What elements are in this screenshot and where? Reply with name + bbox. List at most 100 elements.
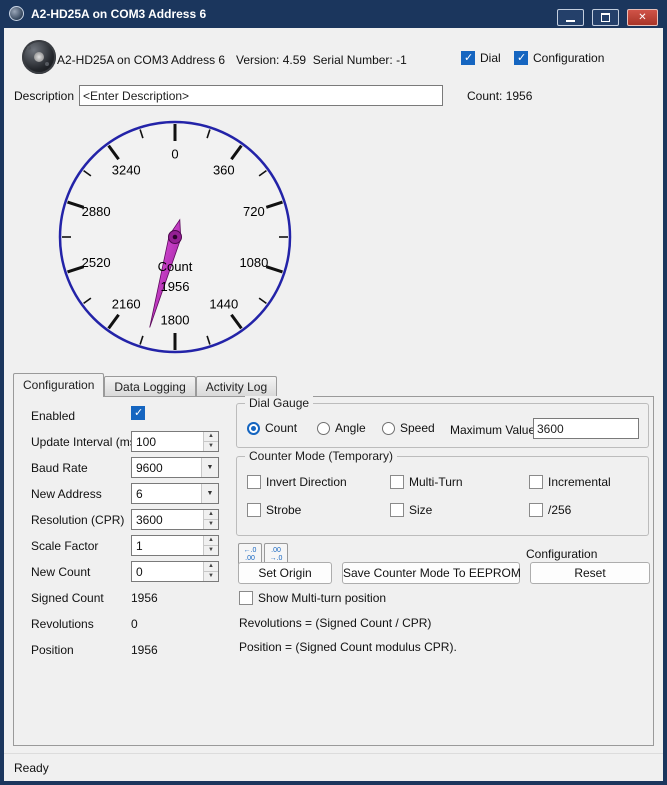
- enabled-checkbox[interactable]: [131, 406, 145, 420]
- dial-tick-label: 2520: [82, 255, 111, 270]
- signed-count-value: 1956: [131, 591, 158, 605]
- dial-tick-label: 1800: [161, 313, 190, 328]
- serial-label: Serial Number:: [313, 53, 393, 67]
- set-origin-button[interactable]: Set Origin: [238, 562, 332, 584]
- checkbox-label: Strobe: [266, 503, 301, 517]
- dial-tick-label: 2160: [112, 297, 141, 312]
- new-address-dropdown[interactable]: 6▼: [131, 483, 219, 504]
- show-multiturn-checkbox[interactable]: Show Multi-turn position: [239, 591, 386, 605]
- dropdown-value: 6: [136, 487, 143, 501]
- field-label-position: Position: [31, 643, 74, 657]
- dial-tick-label: 1440: [209, 297, 238, 312]
- checkbox-box: [529, 503, 543, 517]
- checkbox-box: [390, 475, 404, 489]
- dial-tick-label: 0: [171, 147, 178, 162]
- scale-factor-spinner[interactable]: 1 ▲▼: [131, 535, 219, 556]
- checkbox-box: [529, 475, 543, 489]
- spin-down-button[interactable]: ▼: [204, 519, 218, 529]
- checkbox-incremental[interactable]: Incremental: [529, 475, 611, 489]
- radio-count[interactable]: Count: [247, 421, 297, 435]
- close-icon: ✕: [628, 10, 657, 25]
- configuration-label: Configuration: [526, 547, 597, 561]
- field-label-enabled: Enabled: [31, 409, 75, 423]
- dial-tick-label: 1080: [239, 255, 268, 270]
- configuration-checkbox[interactable]: Configuration: [514, 51, 604, 65]
- window-title: A2-HD25A on COM3 Address 6: [31, 7, 206, 21]
- checkbox-multi-turn[interactable]: Multi-Turn: [390, 475, 463, 489]
- decimal-icon: ←.0: [239, 547, 261, 555]
- field-label-revolutions: Revolutions: [31, 617, 94, 631]
- dial-tick-label: 360: [213, 162, 235, 177]
- tab-activity-log[interactable]: Activity Log: [196, 376, 277, 396]
- field-label-update-interval-ms: Update Interval (ms): [31, 435, 140, 449]
- resolution-cpr-spinner[interactable]: 3600▲▼: [131, 509, 219, 530]
- version-info: Version: 4.59 Serial Number: -1: [236, 53, 407, 67]
- client-area: A2-HD25A on COM3 Address 6 Version: 4.59…: [4, 28, 663, 781]
- tab-strip: ConfigurationData LoggingActivity Log: [13, 375, 277, 396]
- spinner-value: 100: [136, 435, 156, 449]
- decimal-icon: .00: [265, 547, 287, 555]
- dial-tick-label: 3240: [112, 162, 141, 177]
- checkbox-label: Incremental: [548, 475, 611, 489]
- description-input[interactable]: [79, 85, 443, 106]
- checkbox-size[interactable]: Size: [390, 503, 432, 517]
- baud-rate-dropdown[interactable]: 9600 ▼: [131, 457, 219, 478]
- radio-button: [382, 422, 395, 435]
- new-count-spinner[interactable]: 0▲▼: [131, 561, 219, 582]
- dial-center-label: Count: [158, 259, 193, 274]
- minimize-button[interactable]: [557, 9, 584, 26]
- radio-button: [247, 422, 260, 435]
- tab-configuration[interactable]: Configuration: [13, 373, 104, 397]
- spin-up-button[interactable]: ▲: [204, 510, 218, 519]
- spin-down-button[interactable]: ▼: [204, 571, 218, 581]
- radio-speed[interactable]: Speed: [382, 421, 435, 435]
- count-readout: Count: 1956: [467, 89, 532, 103]
- status-bar: Ready: [4, 753, 663, 781]
- spin-up-button[interactable]: ▲: [204, 536, 218, 545]
- checkbox-box: [247, 503, 261, 517]
- dial-checkbox-box: [461, 51, 475, 65]
- field-label-baud-rate: Baud Rate: [31, 461, 88, 475]
- checkbox-invert-direction[interactable]: Invert Direction: [247, 475, 347, 489]
- radio-angle[interactable]: Angle: [317, 421, 366, 435]
- description-label: Description: [14, 89, 74, 103]
- maximize-button[interactable]: [592, 9, 619, 26]
- reset-button[interactable]: Reset: [530, 562, 650, 584]
- save-counter-mode-to-eeprom-button[interactable]: Save Counter Mode To EEPROM: [342, 562, 520, 584]
- dial-checkbox[interactable]: Dial: [461, 51, 501, 65]
- titlebar[interactable]: A2-HD25A on COM3 Address 6 ✕: [0, 0, 667, 28]
- spin-up-button[interactable]: ▲: [204, 562, 218, 571]
- spin-down-button[interactable]: ▼: [204, 545, 218, 555]
- checkbox-256[interactable]: /256: [529, 503, 571, 517]
- serial-value: -1: [396, 53, 407, 67]
- checkbox-label: Multi-Turn: [409, 475, 463, 489]
- checkbox-strobe[interactable]: Strobe: [247, 503, 301, 517]
- device-photo-icon: [22, 40, 56, 74]
- checkbox-label: Size: [409, 503, 432, 517]
- maximum-value-input[interactable]: [533, 418, 639, 439]
- radio-label: Angle: [335, 421, 366, 435]
- dropdown-value: 9600: [136, 461, 163, 475]
- spin-down-button[interactable]: ▼: [204, 441, 218, 451]
- count-label: Count:: [467, 89, 502, 103]
- checkbox-label: Invert Direction: [266, 475, 347, 489]
- chevron-down-icon: ▼: [201, 458, 218, 477]
- app-icon: [9, 6, 24, 21]
- window-controls: ✕: [557, 9, 658, 26]
- minimize-icon: [566, 20, 575, 22]
- checkbox-label: /256: [548, 503, 571, 517]
- field-label-new-address: New Address: [31, 487, 102, 501]
- dial-center-value: 1956: [161, 279, 190, 294]
- revolutions-value: 0: [131, 617, 138, 631]
- dial-gauge: 03607201080144018002160252028803240Count…: [55, 117, 295, 357]
- close-button[interactable]: ✕: [627, 9, 658, 26]
- tab-data-logging[interactable]: Data Logging: [104, 376, 195, 396]
- dial-checkbox-label: Dial: [480, 51, 501, 65]
- show-multiturn-checkbox-label: Show Multi-turn position: [258, 591, 386, 605]
- revolutions-formula: Revolutions = (Signed Count / CPR): [239, 616, 431, 630]
- dial-tick-label: 720: [243, 204, 265, 219]
- spin-up-button[interactable]: ▲: [204, 432, 218, 441]
- update-interval-ms-spinner[interactable]: 100 ▲▼: [131, 431, 219, 452]
- checkbox-box: [247, 475, 261, 489]
- spinner-value: 1: [136, 539, 143, 553]
